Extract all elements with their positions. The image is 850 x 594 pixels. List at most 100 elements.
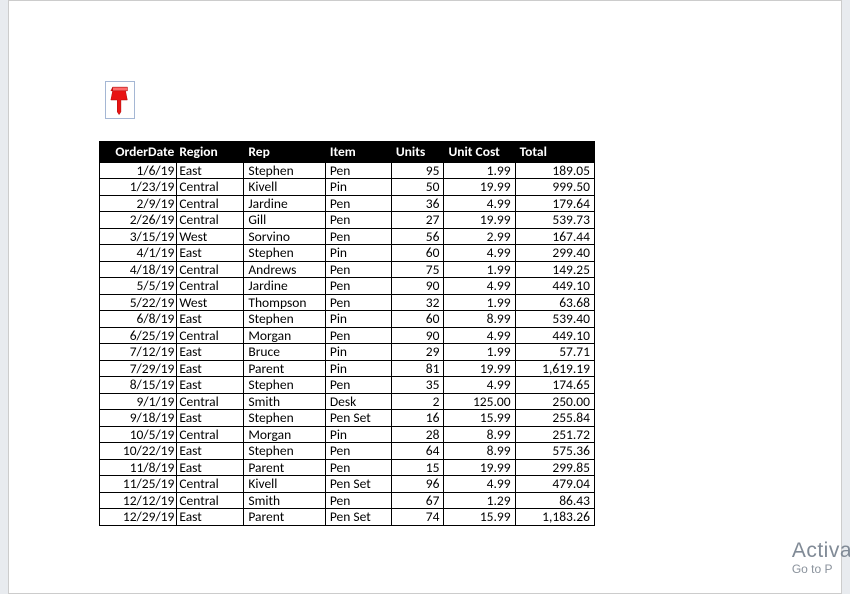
cell-orderdate: 12/29/19 bbox=[100, 509, 177, 526]
cell-region: East bbox=[177, 360, 244, 377]
cell-unitcost: 1.99 bbox=[444, 162, 515, 179]
cell-item: Pen bbox=[325, 212, 391, 229]
cell-region: East bbox=[177, 245, 244, 262]
cell-total: 63.68 bbox=[515, 294, 594, 311]
cell-orderdate: 10/22/19 bbox=[100, 443, 177, 460]
cell-total: 255.84 bbox=[515, 410, 594, 427]
header-units: Units bbox=[391, 142, 444, 163]
cell-units: 75 bbox=[391, 261, 444, 278]
cell-units: 96 bbox=[391, 476, 444, 493]
cell-total: 575.36 bbox=[515, 443, 594, 460]
cell-orderdate: 9/18/19 bbox=[100, 410, 177, 427]
table-row: 10/22/19EastStephenPen648.99575.36 bbox=[100, 443, 595, 460]
cell-unitcost: 1.99 bbox=[444, 294, 515, 311]
cell-total: 539.40 bbox=[515, 311, 594, 328]
header-orderdate: OrderDate bbox=[100, 142, 177, 163]
cell-item: Pen Set bbox=[325, 410, 391, 427]
cell-rep: Thompson bbox=[244, 294, 325, 311]
cell-total: 449.10 bbox=[515, 278, 594, 295]
cell-unitcost: 2.99 bbox=[444, 228, 515, 245]
cell-total: 1,619.19 bbox=[515, 360, 594, 377]
cell-units: 29 bbox=[391, 344, 444, 361]
table-row: 11/8/19EastParentPen1519.99299.85 bbox=[100, 459, 595, 476]
cell-item: Pin bbox=[325, 245, 391, 262]
cell-item: Pen bbox=[325, 261, 391, 278]
cell-region: Central bbox=[177, 492, 244, 509]
cell-region: Central bbox=[177, 426, 244, 443]
cell-total: 189.05 bbox=[515, 162, 594, 179]
cell-total: 1,183.26 bbox=[515, 509, 594, 526]
cell-orderdate: 6/8/19 bbox=[100, 311, 177, 328]
cell-orderdate: 4/1/19 bbox=[100, 245, 177, 262]
cell-total: 299.85 bbox=[515, 459, 594, 476]
cell-units: 2 bbox=[391, 393, 444, 410]
cell-orderdate: 3/15/19 bbox=[100, 228, 177, 245]
cell-total: 251.72 bbox=[515, 426, 594, 443]
cell-total: 479.04 bbox=[515, 476, 594, 493]
cell-orderdate: 2/9/19 bbox=[100, 195, 177, 212]
cell-item: Pen bbox=[325, 228, 391, 245]
cell-region: East bbox=[177, 443, 244, 460]
header-rep: Rep bbox=[244, 142, 325, 163]
cell-orderdate: 5/22/19 bbox=[100, 294, 177, 311]
cell-item: Pen bbox=[325, 492, 391, 509]
cell-unitcost: 15.99 bbox=[444, 410, 515, 427]
cell-item: Pin bbox=[325, 344, 391, 361]
table-body: 1/6/19EastStephenPen951.99189.051/23/19C… bbox=[100, 162, 595, 525]
cell-region: West bbox=[177, 228, 244, 245]
cell-unitcost: 19.99 bbox=[444, 360, 515, 377]
cell-unitcost: 4.99 bbox=[444, 476, 515, 493]
cell-region: Central bbox=[177, 261, 244, 278]
cell-orderdate: 1/6/19 bbox=[100, 162, 177, 179]
table-row: 11/25/19CentralKivellPen Set964.99479.04 bbox=[100, 476, 595, 493]
cell-rep: Morgan bbox=[244, 327, 325, 344]
cell-orderdate: 12/12/19 bbox=[100, 492, 177, 509]
cell-total: 250.00 bbox=[515, 393, 594, 410]
cell-units: 64 bbox=[391, 443, 444, 460]
table-row: 5/22/19WestThompsonPen321.9963.68 bbox=[100, 294, 595, 311]
header-item: Item bbox=[325, 142, 391, 163]
cell-region: Central bbox=[177, 393, 244, 410]
cell-item: Pen bbox=[325, 459, 391, 476]
table-row: 12/12/19CentralSmithPen671.2986.43 bbox=[100, 492, 595, 509]
cell-item: Pen bbox=[325, 377, 391, 394]
cell-region: Central bbox=[177, 327, 244, 344]
table-row: 3/15/19WestSorvinoPen562.99167.44 bbox=[100, 228, 595, 245]
cell-item: Pin bbox=[325, 360, 391, 377]
cell-rep: Morgan bbox=[244, 426, 325, 443]
cell-orderdate: 8/15/19 bbox=[100, 377, 177, 394]
cell-orderdate: 4/18/19 bbox=[100, 261, 177, 278]
cell-units: 56 bbox=[391, 228, 444, 245]
cell-total: 86.43 bbox=[515, 492, 594, 509]
cell-unitcost: 4.99 bbox=[444, 245, 515, 262]
cell-unitcost: 19.99 bbox=[444, 179, 515, 196]
cell-unitcost: 125.00 bbox=[444, 393, 515, 410]
cell-total: 149.25 bbox=[515, 261, 594, 278]
cell-total: 299.40 bbox=[515, 245, 594, 262]
cell-rep: Smith bbox=[244, 492, 325, 509]
table-row: 2/26/19CentralGillPen2719.99539.73 bbox=[100, 212, 595, 229]
cell-orderdate: 7/29/19 bbox=[100, 360, 177, 377]
cell-orderdate: 7/12/19 bbox=[100, 344, 177, 361]
cell-unitcost: 19.99 bbox=[444, 459, 515, 476]
table-row: 2/9/19CentralJardinePen364.99179.64 bbox=[100, 195, 595, 212]
cell-total: 57.71 bbox=[515, 344, 594, 361]
cell-rep: Jardine bbox=[244, 278, 325, 295]
cell-units: 16 bbox=[391, 410, 444, 427]
pushpin-object[interactable] bbox=[105, 81, 135, 119]
cell-total: 179.64 bbox=[515, 195, 594, 212]
cell-orderdate: 5/5/19 bbox=[100, 278, 177, 295]
table-row: 5/5/19CentralJardinePen904.99449.10 bbox=[100, 278, 595, 295]
cell-region: East bbox=[177, 162, 244, 179]
table-row: 10/5/19CentralMorganPin288.99251.72 bbox=[100, 426, 595, 443]
cell-units: 90 bbox=[391, 278, 444, 295]
cell-units: 28 bbox=[391, 426, 444, 443]
cell-unitcost: 4.99 bbox=[444, 327, 515, 344]
cell-region: East bbox=[177, 311, 244, 328]
cell-orderdate: 6/25/19 bbox=[100, 327, 177, 344]
cell-rep: Sorvino bbox=[244, 228, 325, 245]
cell-units: 35 bbox=[391, 377, 444, 394]
cell-orderdate: 11/25/19 bbox=[100, 476, 177, 493]
cell-region: East bbox=[177, 410, 244, 427]
cell-total: 539.73 bbox=[515, 212, 594, 229]
